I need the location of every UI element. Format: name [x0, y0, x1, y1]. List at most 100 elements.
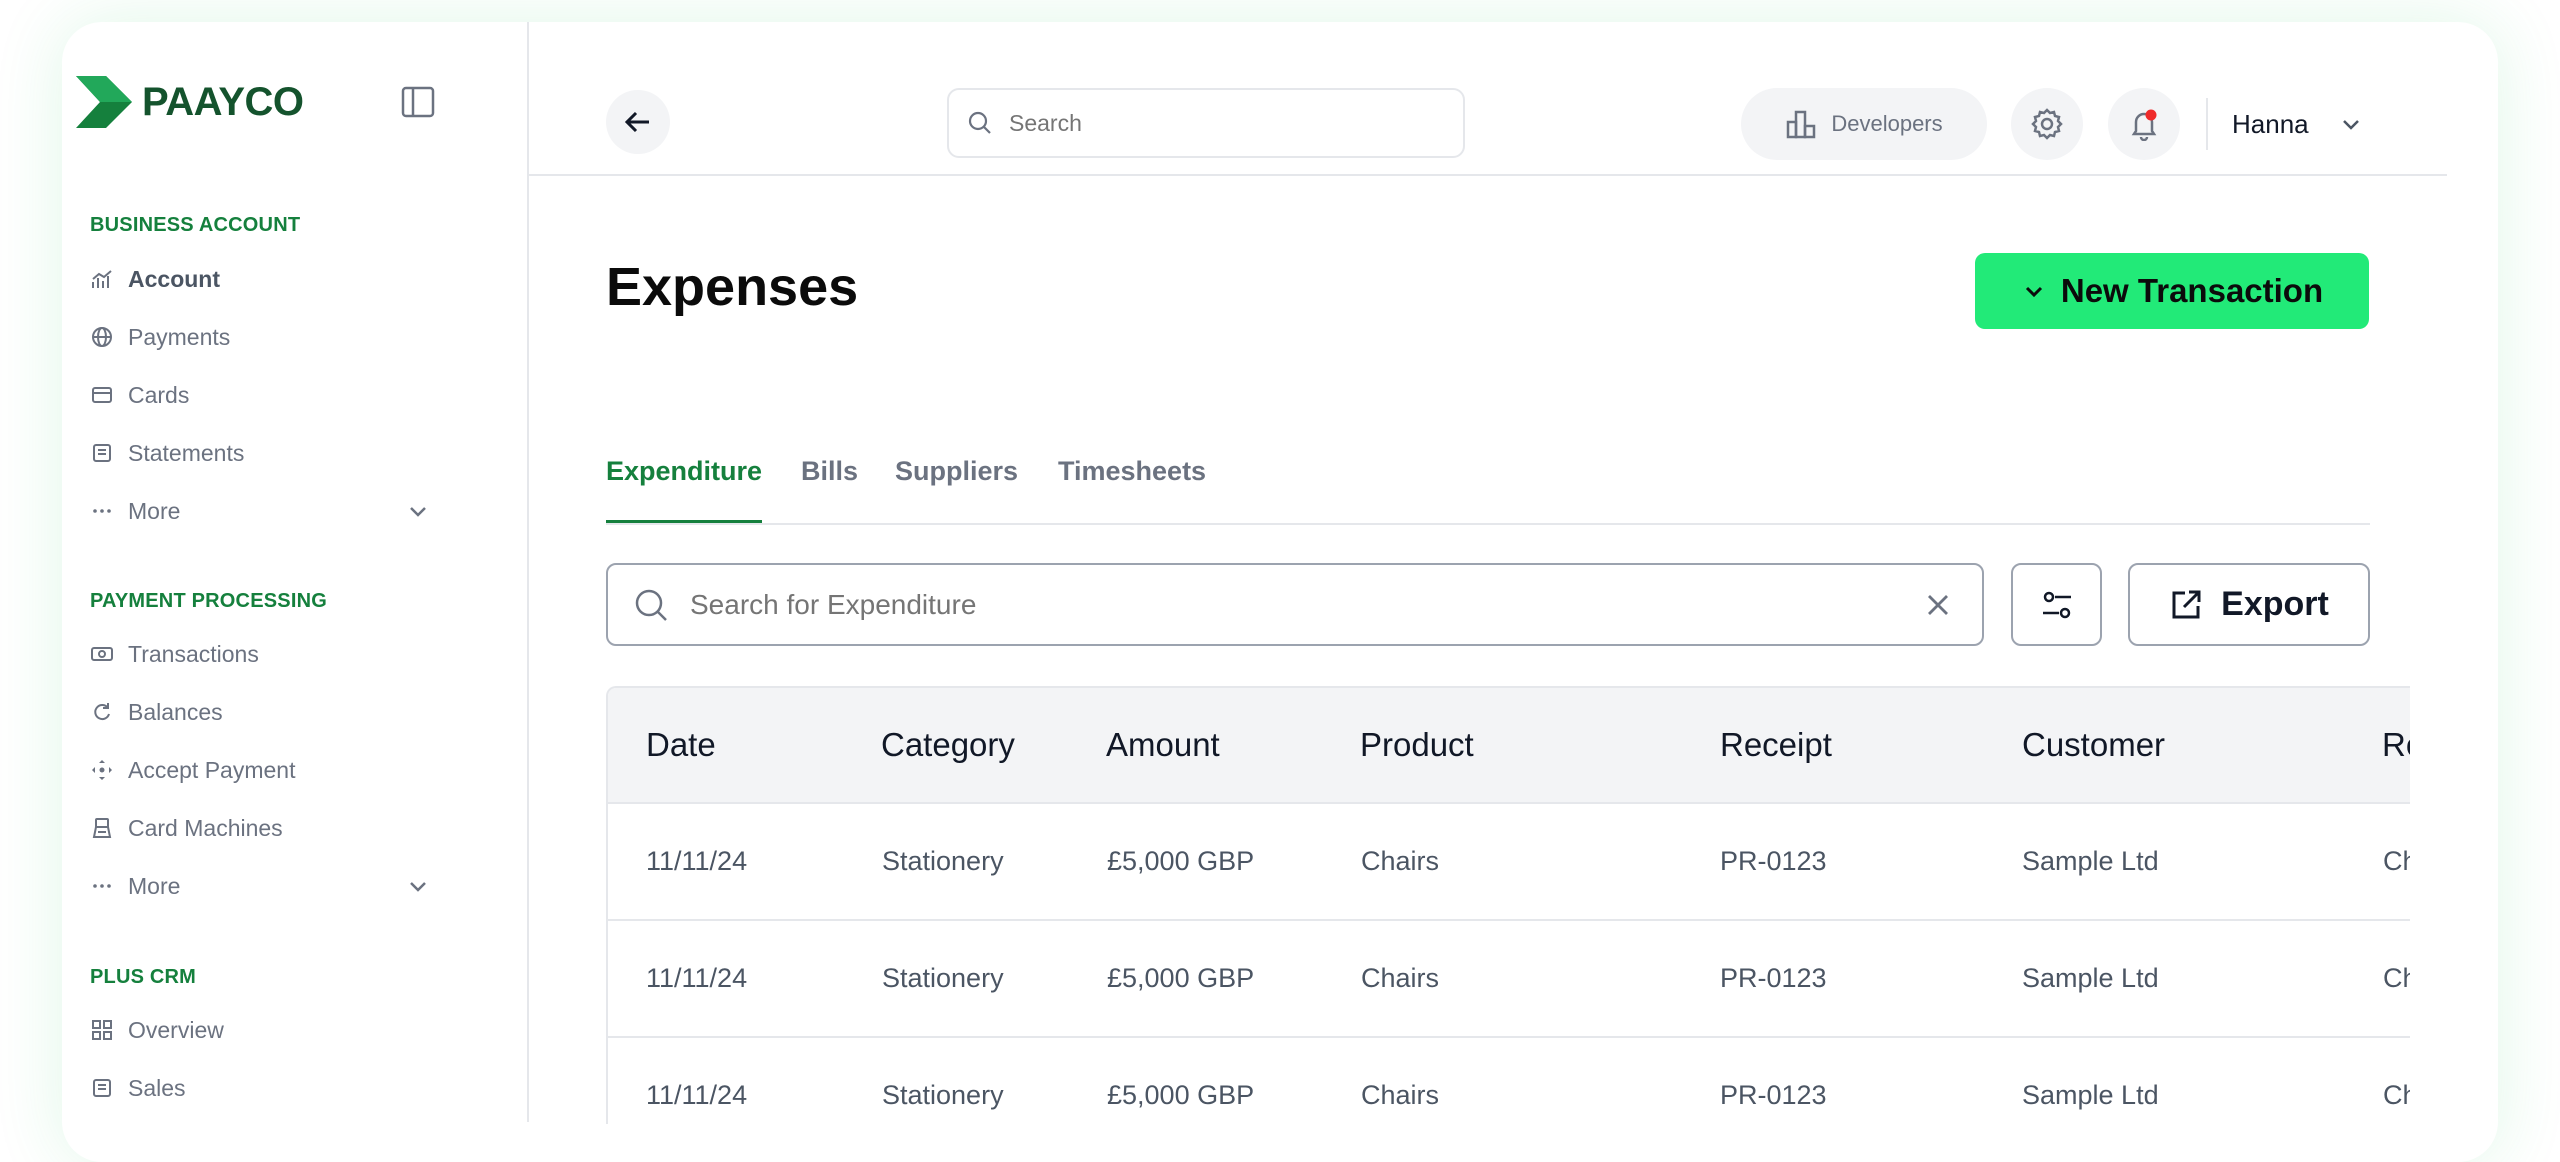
- user-name: Hanna: [2232, 108, 2309, 139]
- sidebar-item-label: Accept Payment: [128, 756, 296, 783]
- cell-category: Stationery: [882, 846, 1004, 876]
- back-button[interactable]: [606, 90, 670, 154]
- column-header-customer[interactable]: Customer: [2022, 726, 2165, 764]
- cell-category: Stationery: [882, 1080, 1004, 1110]
- cell-amount: £5,000 GBP: [1107, 846, 1255, 876]
- notification-dot: [2145, 109, 2157, 121]
- column-header-truncated[interactable]: Re: [2382, 726, 2410, 764]
- cell-date: 11/11/24: [646, 1080, 748, 1110]
- cell-customer: Sample Ltd: [2022, 846, 2159, 876]
- sidebar-item-label: Statements: [128, 439, 245, 466]
- sidebar-item-card-machines[interactable]: Card Machines: [90, 808, 430, 848]
- tab-suppliers[interactable]: Suppliers: [895, 448, 1018, 523]
- chevron-down-icon: [2342, 120, 2359, 130]
- sidebar: [62, 22, 529, 1122]
- notifications-button[interactable]: [2108, 88, 2180, 160]
- ellipsis-icon: [90, 499, 114, 523]
- search-icon: [968, 111, 991, 134]
- external-link-icon: [2172, 590, 2201, 618]
- tab-expenditure[interactable]: Expenditure: [606, 448, 763, 523]
- global-search-input[interactable]: [1007, 108, 1431, 138]
- cell-receipt: PR-0123: [1720, 846, 1827, 876]
- cell-product: Chairs: [1361, 963, 1440, 993]
- tab-bills[interactable]: Bills: [801, 448, 858, 523]
- table-row[interactable]: 11/11/24 Stationery £5,000 GBP Chairs PR…: [608, 1038, 2410, 1124]
- sidebar-item-statements[interactable]: Statements: [90, 433, 430, 473]
- table-header: Date Category Amount Product Receipt Cus…: [608, 688, 2410, 804]
- ellipsis-icon: [90, 874, 114, 898]
- brand-name: PAAYCO: [142, 79, 304, 124]
- developers-button[interactable]: Developers: [1741, 88, 1987, 160]
- globe-icon: [90, 325, 114, 349]
- cell-customer: Sample Ltd: [2022, 1080, 2159, 1110]
- expenditure-table: Date Category Amount Product Receipt Cus…: [606, 686, 2410, 1124]
- sidebar-item-payments[interactable]: Payments: [90, 317, 430, 357]
- expenditure-search[interactable]: [606, 563, 1984, 646]
- chevron-down-icon: [406, 499, 430, 528]
- cell-receipt: PR-0123: [1720, 963, 1827, 993]
- sidebar-item-label: Card Machines: [128, 814, 283, 841]
- developers-label: Developers: [1831, 111, 1943, 136]
- column-header-product[interactable]: Product: [1360, 726, 1474, 764]
- table-row[interactable]: 11/11/24 Stationery £5,000 GBP Chairs PR…: [608, 921, 2410, 1038]
- tab-bar: Expenditure Bills Suppliers Timesheets: [606, 448, 2370, 525]
- grid-icon: [90, 1018, 114, 1042]
- sidebar-item-account[interactable]: Account: [90, 259, 430, 299]
- sidebar-item-label: More: [128, 872, 181, 899]
- cell-product: Chairs: [1361, 846, 1440, 876]
- document-icon: [90, 1076, 114, 1100]
- sliders-icon: [2042, 591, 2071, 618]
- cell-receipt: PR-0123: [1720, 1080, 1827, 1110]
- logo-mark-icon: [76, 76, 132, 128]
- sidebar-item-cards[interactable]: Cards: [90, 375, 430, 415]
- topbar-divider: [2206, 98, 2208, 150]
- section-title-business-account: BUSINESS ACCOUNT: [90, 214, 301, 236]
- user-menu[interactable]: Hanna: [2232, 98, 2363, 150]
- building-icon: [1787, 110, 1816, 139]
- cash-icon: [90, 642, 114, 666]
- new-transaction-button[interactable]: New Transaction: [1975, 253, 2369, 329]
- gear-icon: [2031, 108, 2063, 140]
- column-header-amount[interactable]: Amount: [1106, 726, 1220, 764]
- sidebar-toggle-button[interactable]: [400, 84, 436, 120]
- sidebar-item-balances[interactable]: Balances: [90, 692, 430, 732]
- section-title-payment-processing: PAYMENT PROCESSING: [90, 590, 327, 612]
- section-title-plus-crm: PLUS CRM: [90, 966, 197, 988]
- arrow-left-icon: [624, 111, 649, 133]
- new-transaction-label: New Transaction: [2060, 272, 2324, 309]
- sidebar-item-more-business[interactable]: More: [90, 491, 430, 531]
- chevron-down-icon: [406, 874, 430, 903]
- terminal-icon: [90, 816, 114, 840]
- sidebar-item-label: Overview: [128, 1016, 224, 1043]
- sidebar-item-sales[interactable]: Sales: [90, 1068, 430, 1108]
- sidebar-item-overview[interactable]: Overview: [90, 1010, 430, 1050]
- column-header-date[interactable]: Date: [646, 726, 716, 764]
- sidebar-item-label: Account: [128, 265, 220, 292]
- export-button[interactable]: Export: [2128, 563, 2370, 646]
- brand-logo[interactable]: PAAYCO: [76, 76, 304, 128]
- expenditure-search-input[interactable]: [688, 587, 1872, 622]
- sidebar-item-accept-payment[interactable]: Accept Payment: [90, 750, 430, 790]
- column-header-receipt[interactable]: Receipt: [1720, 726, 1832, 764]
- page-title: Expenses: [606, 257, 859, 317]
- global-search[interactable]: [947, 88, 1465, 158]
- sidebar-item-transactions[interactable]: Transactions: [90, 634, 430, 674]
- table-row[interactable]: 11/11/24 Stationery £5,000 GBP Chairs PR…: [608, 804, 2410, 921]
- column-header-category[interactable]: Category: [881, 726, 1015, 764]
- sidebar-item-label: Sales: [128, 1074, 186, 1101]
- tab-timesheets[interactable]: Timesheets: [1058, 448, 1206, 523]
- settings-button[interactable]: [2011, 88, 2083, 160]
- cell-product: Chairs: [1361, 1080, 1440, 1110]
- sidebar-item-label: Payments: [128, 323, 231, 350]
- export-label: Export: [2221, 585, 2329, 623]
- cell-truncated: Ch: [2383, 963, 2410, 993]
- sidebar-item-label: Cards: [128, 381, 190, 408]
- clear-search-button[interactable]: [1924, 591, 1952, 624]
- cell-truncated: Ch: [2383, 846, 2410, 876]
- sidebar-item-more-processing[interactable]: More: [90, 866, 430, 906]
- search-icon: [635, 589, 667, 621]
- sidebar-item-label: Transactions: [128, 640, 259, 667]
- refresh-icon: [90, 700, 114, 724]
- filter-button[interactable]: [2011, 563, 2102, 646]
- cell-amount: £5,000 GBP: [1107, 963, 1255, 993]
